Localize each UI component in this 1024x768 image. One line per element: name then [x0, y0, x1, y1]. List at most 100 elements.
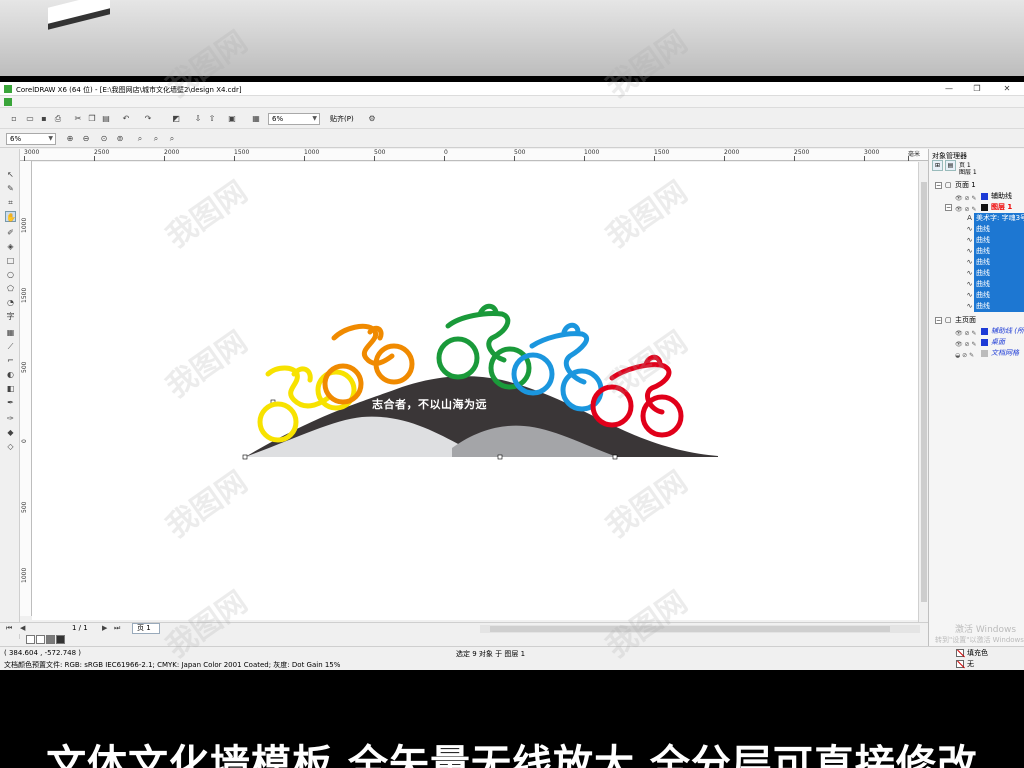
tree-text-object[interactable]: A 美术字: 字魂3号: [965, 213, 1024, 224]
tree-curve[interactable]: ∿ 曲线: [965, 268, 1024, 279]
zoom-out-icon[interactable]: ⊖: [80, 133, 92, 144]
open-icon[interactable]: ▭: [24, 113, 36, 124]
last-page-icon[interactable]: ⏭: [114, 624, 120, 633]
basic-shapes-icon[interactable]: ◔: [5, 297, 16, 308]
outline-pen-icon[interactable]: ✑: [5, 413, 16, 424]
zoom-level-select[interactable]: 6% ▼: [268, 113, 320, 125]
show-properties-icon[interactable]: ⊞: [932, 160, 943, 171]
ruler-tick: 1000: [21, 217, 28, 233]
page-navigator: ⏮ ◀ 1 / 1 ▶ ⏭ 页 1: [0, 622, 930, 634]
layer-visibility-icons[interactable]: ◒ ⊘ ✎: [955, 350, 974, 361]
ellipse-tool-icon[interactable]: ○: [5, 269, 16, 280]
zoom-page-icon[interactable]: ⌕: [134, 133, 146, 144]
swatch-white[interactable]: [36, 635, 45, 644]
slogan-text[interactable]: 志合者，不以山海为远: [372, 396, 487, 412]
layer-manager-icon[interactable]: ▤: [945, 160, 956, 171]
pan-tool-icon[interactable]: ✋: [5, 211, 16, 222]
color-profile-info[interactable]: 文档颜色预置文件: RGB: sRGB IEC61966-2.1; CMYK: …: [4, 660, 340, 670]
prev-page-icon[interactable]: ◀: [20, 624, 25, 632]
tree-curve[interactable]: ∿ 曲线: [965, 235, 1024, 246]
zoom-selected-icon[interactable]: ⊙: [98, 133, 110, 144]
text-tool-icon[interactable]: 字: [5, 311, 16, 322]
status-bar: ( 384.604 , -572.748 ) 选定 9 对象 于 图层 1 填充…: [0, 646, 1024, 658]
eyedropper-tool-icon[interactable]: ✒: [5, 397, 16, 408]
search-content-icon[interactable]: ◩: [170, 113, 182, 124]
collapse-icon[interactable]: −: [935, 182, 942, 189]
tree-curve[interactable]: ∿ 曲线: [965, 279, 1024, 290]
save-icon[interactable]: ▪: [38, 113, 50, 124]
freehand-tool-icon[interactable]: ✐: [5, 227, 16, 238]
collapse-icon[interactable]: −: [935, 317, 942, 324]
crop-tool-icon[interactable]: ⌗: [5, 197, 16, 208]
tree-page-1[interactable]: − ▢ 页面 1: [929, 180, 1024, 191]
table-tool-icon[interactable]: ▦: [5, 327, 16, 338]
drawing-canvas[interactable]: 志合者，不以山海为远: [32, 162, 918, 620]
print-icon[interactable]: ⎙: [52, 113, 64, 124]
tree-curve[interactable]: ∿ 曲线: [965, 224, 1024, 235]
pick-tool-icon[interactable]: ↖: [5, 169, 16, 180]
curve-icon: ∿: [965, 224, 974, 235]
tree-master-page[interactable]: − ▢ 主页面: [929, 315, 1024, 326]
copy-icon[interactable]: ❐: [86, 113, 98, 124]
swatch-none[interactable]: [26, 635, 35, 644]
maximize-button[interactable]: ❐: [962, 82, 992, 95]
tree-doc-grid[interactable]: ◒ ⊘ ✎ 文档网格: [929, 348, 1024, 359]
cut-icon[interactable]: ✂: [72, 113, 84, 124]
zoom-field[interactable]: 6% ▼: [6, 133, 56, 145]
minimize-button[interactable]: —: [934, 82, 964, 95]
redo-icon[interactable]: ↷: [142, 113, 154, 124]
fill-indicator[interactable]: 填充色: [956, 648, 988, 658]
zoom-width-icon[interactable]: ⌕: [150, 133, 162, 144]
zoom-height-icon[interactable]: ⌕: [166, 133, 178, 144]
publish-icon[interactable]: ▣: [226, 113, 238, 124]
export-icon[interactable]: ⇧: [206, 113, 218, 124]
undo-icon[interactable]: ↶: [120, 113, 132, 124]
coreldraw-icon: [4, 85, 12, 93]
paste-icon[interactable]: ▤: [100, 113, 112, 124]
application-launcher-icon[interactable]: ▦: [250, 113, 262, 124]
snap-to-menu[interactable]: 贴齐(P): [330, 114, 354, 124]
vertical-scrollbar[interactable]: [918, 162, 928, 622]
decorative-shape: [48, 0, 110, 30]
zoom-all-icon[interactable]: ⊚: [114, 133, 126, 144]
page-tab[interactable]: 页 1: [132, 623, 160, 634]
transparency-tool-icon[interactable]: ◧: [5, 383, 16, 394]
tree-curve[interactable]: ∿ 曲线: [965, 290, 1024, 301]
tree-guides-layer[interactable]: 👁 ⊘ ✎ 辅助线: [929, 191, 1024, 202]
status-bar-secondary: 文档颜色预置文件: RGB: sRGB IEC61966-2.1; CMYK: …: [0, 658, 1024, 670]
horizontal-scrollbar[interactable]: [480, 625, 920, 633]
tree-desktop[interactable]: 👁 ⊘ ✎ 桌面: [929, 337, 1024, 348]
interactive-fill-icon[interactable]: ◇: [5, 441, 16, 452]
swatch-gray[interactable]: [46, 635, 55, 644]
options-icon[interactable]: ⚙: [366, 113, 378, 124]
next-page-icon[interactable]: ▶: [102, 624, 107, 632]
first-page-icon[interactable]: ⏮: [6, 624, 12, 633]
selection-handle: [612, 454, 618, 460]
cycling-artwork[interactable]: [32, 162, 918, 620]
ruler-tick: 500: [21, 501, 28, 513]
rectangle-tool-icon[interactable]: □: [5, 255, 16, 266]
tree-curve[interactable]: ∿ 曲线: [965, 301, 1024, 312]
scroll-thumb[interactable]: [921, 182, 927, 602]
polygon-tool-icon[interactable]: ⬠: [5, 283, 16, 294]
connector-tool-icon[interactable]: ⌐: [5, 355, 16, 366]
smart-fill-icon[interactable]: ◈: [5, 241, 16, 252]
tree-curve[interactable]: ∿ 曲线: [965, 257, 1024, 268]
new-document-icon[interactable]: ▫: [8, 113, 20, 124]
fill-tool-icon[interactable]: ◆: [5, 427, 16, 438]
collapse-icon[interactable]: −: [945, 204, 952, 211]
import-icon[interactable]: ⇩: [192, 113, 204, 124]
ruler-tick: 1000: [21, 567, 28, 583]
tree-layer-1[interactable]: − 👁 ⊘ ✎ 图层 1: [929, 202, 1024, 213]
layer-color-swatch: [981, 193, 988, 200]
tree-master-guides[interactable]: 👁 ⊘ ✎ 辅助线 (所: [929, 326, 1024, 337]
zoom-in-icon[interactable]: ⊕: [64, 133, 76, 144]
tree-curve[interactable]: ∿ 曲线: [965, 246, 1024, 257]
scroll-thumb[interactable]: [490, 626, 890, 632]
shape-tool-icon[interactable]: ✎: [5, 183, 16, 194]
outline-indicator[interactable]: 无: [956, 659, 974, 669]
swatch-black[interactable]: [56, 635, 65, 644]
dimension-tool-icon[interactable]: ⟋: [5, 341, 16, 352]
close-button[interactable]: ✕: [992, 82, 1022, 95]
blend-tool-icon[interactable]: ◐: [5, 369, 16, 380]
